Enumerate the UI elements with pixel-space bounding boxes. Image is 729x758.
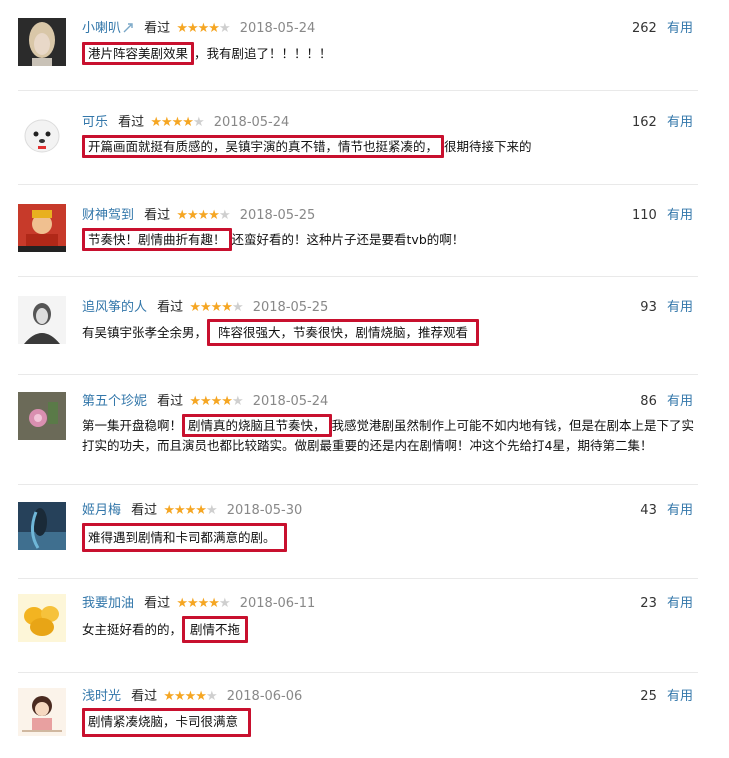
vote-count: 110 — [632, 208, 657, 223]
helpful-button[interactable]: 有用 — [667, 596, 693, 611]
vote-count: 43 — [640, 503, 657, 518]
rating-stars: ★★★★★ — [163, 689, 217, 704]
review-text: 节奏快！剧情曲折有趣！ 还蛮好看的！这种片子还是要看tvb的啊！ — [82, 228, 702, 251]
watched-label: 看过 — [144, 21, 171, 36]
rating-stars: ★★★★★ — [189, 394, 243, 409]
username-link[interactable]: 追风筝的人 — [82, 300, 147, 315]
avatar[interactable] — [18, 502, 66, 550]
review-date: 2018-05-24 — [252, 394, 329, 409]
vote-count: 162 — [632, 115, 657, 130]
highlight-box: 节奏快！剧情曲折有趣！ — [82, 228, 232, 251]
username-link[interactable]: 浅时光 — [82, 689, 121, 704]
share-icon — [123, 23, 133, 33]
highlight-box: 剧情真的烧脑且节奏快， — [182, 414, 332, 437]
highlight-box: 难得遇到剧情和卡司都满意的剧。 — [82, 523, 287, 552]
username-link[interactable]: 可乐 — [82, 115, 108, 130]
review-text: 开篇画面就挺有质感的，吴镇宇演的真不错，情节也挺紧凑的， 很期待接下来的 — [82, 135, 702, 158]
vote-count: 86 — [640, 394, 657, 409]
review-text: 第一集开盘稳啊！ 剧情真的烧脑且节奏快， 我感觉港剧虽然制作上可能不如内地有钱，但是… — [82, 414, 702, 456]
helpful-button[interactable]: 有用 — [667, 21, 693, 36]
avatar[interactable] — [18, 688, 66, 736]
highlight-box: 开篇画面就挺有质感的，吴镇宇演的真不错，情节也挺紧凑的， — [82, 135, 445, 158]
avatar[interactable] — [18, 392, 66, 440]
watched-label: 看过 — [131, 503, 158, 518]
review-date: 2018-05-24 — [213, 115, 290, 130]
review-date: 2018-06-06 — [226, 689, 303, 704]
helpful-button[interactable]: 有用 — [667, 689, 693, 704]
helpful-button[interactable]: 有用 — [667, 503, 693, 518]
helpful-button[interactable]: 有用 — [667, 300, 693, 315]
watched-label: 看过 — [144, 208, 171, 223]
review-date: 2018-05-24 — [239, 21, 316, 36]
review-date: 2018-06-11 — [239, 596, 316, 611]
username-link[interactable]: 小喇叭 — [82, 21, 121, 36]
vote-count: 23 — [640, 596, 657, 611]
helpful-button[interactable]: 有用 — [667, 394, 693, 409]
helpful-button[interactable]: 有用 — [667, 115, 693, 130]
rating-stars: ★★★★★ — [189, 300, 243, 315]
review-date: 2018-05-25 — [252, 300, 329, 315]
divider — [18, 578, 698, 579]
username-link[interactable]: 第五个珍妮 — [82, 394, 147, 409]
divider — [18, 672, 698, 673]
review-text: 难得遇到剧情和卡司都满意的剧。 — [82, 523, 702, 552]
avatar[interactable] — [18, 594, 66, 642]
vote-count: 93 — [640, 300, 657, 315]
highlight-box: 阵容很强大，节奏很快，剧情烧脑，推荐观看 — [207, 319, 480, 346]
avatar[interactable] — [18, 18, 66, 66]
review-text: 有吴镇宇张孝全余男， 阵容很强大，节奏很快，剧情烧脑，推荐观看 — [82, 319, 702, 346]
highlight-box: 剧情不拖 — [182, 616, 249, 643]
rating-stars: ★★★★★ — [176, 208, 230, 223]
watched-label: 看过 — [144, 596, 171, 611]
avatar[interactable] — [18, 110, 66, 158]
rating-stars: ★★★★★ — [176, 21, 230, 36]
avatar[interactable] — [18, 296, 66, 344]
watched-label: 看过 — [118, 115, 145, 130]
rating-stars: ★★★★★ — [150, 115, 204, 130]
username-link[interactable]: 财神驾到 — [82, 208, 134, 223]
vote-count: 262 — [632, 21, 657, 36]
highlight-box: 港片阵容美剧效果 — [82, 42, 195, 65]
rating-stars: ★★★★★ — [176, 596, 230, 611]
username-link[interactable]: 我要加油 — [82, 596, 134, 611]
divider — [18, 484, 698, 485]
review-text: 剧情紧凑烧脑，卡司很满意 — [82, 708, 702, 737]
watched-label: 看过 — [131, 689, 158, 704]
divider — [18, 90, 698, 91]
review-date: 2018-05-30 — [226, 503, 303, 518]
watched-label: 看过 — [157, 394, 184, 409]
review-text: 女主挺好看的的， 剧情不拖 — [82, 616, 702, 643]
helpful-button[interactable]: 有用 — [667, 208, 693, 223]
rating-stars: ★★★★★ — [163, 503, 217, 518]
username-link[interactable]: 姬月梅 — [82, 503, 121, 518]
watched-label: 看过 — [157, 300, 184, 315]
review-date: 2018-05-25 — [239, 208, 316, 223]
divider — [18, 276, 698, 277]
vote-count: 25 — [640, 689, 657, 704]
avatar[interactable] — [18, 204, 66, 252]
divider — [18, 184, 698, 185]
divider — [18, 374, 698, 375]
review-text: 港片阵容美剧效果 ，我有剧追了！！！！！ — [82, 42, 702, 65]
highlight-box: 剧情紧凑烧脑，卡司很满意 — [82, 708, 252, 737]
